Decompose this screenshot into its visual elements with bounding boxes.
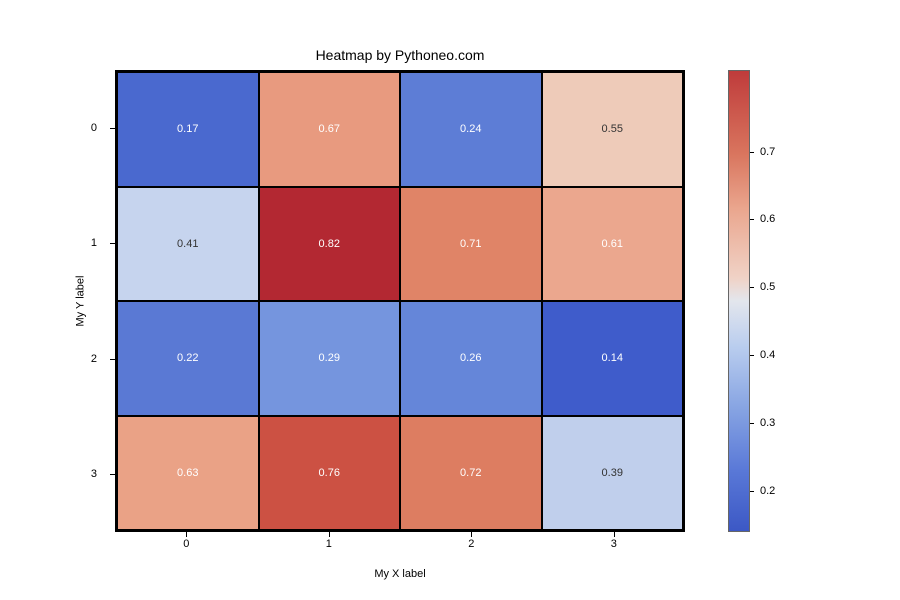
y-tick: 2 bbox=[75, 301, 105, 417]
y-tick: 3 bbox=[75, 417, 105, 533]
heatmap-cell: 0.55 bbox=[542, 72, 684, 187]
colorbar-tick: 0.5 bbox=[760, 281, 775, 293]
chart-title: Heatmap by Pythoneo.com bbox=[115, 47, 685, 63]
heatmap-cell: 0.72 bbox=[400, 416, 542, 531]
y-tick-mark bbox=[110, 243, 115, 244]
heatmap-cell: 0.17 bbox=[117, 72, 259, 187]
colorbar-ticks: 0.2 0.3 0.4 0.5 0.6 0.7 bbox=[752, 70, 792, 532]
x-tick: 0 bbox=[115, 538, 258, 558]
x-axis-ticks: 0 1 2 3 bbox=[115, 538, 685, 558]
y-tick: 1 bbox=[75, 186, 105, 302]
y-tick: 0 bbox=[75, 70, 105, 186]
heatmap-chart: 0.170.670.240.55 0.410.820.710.61 0.220.29… bbox=[115, 70, 685, 532]
colorbar bbox=[728, 70, 750, 532]
colorbar-tick: 0.7 bbox=[760, 146, 775, 158]
y-axis-ticks: 0 1 2 3 bbox=[75, 70, 105, 532]
heatmap-cell: 0.29 bbox=[259, 301, 401, 416]
colorbar-tick-mark bbox=[750, 355, 754, 356]
colorbar-tick: 0.6 bbox=[760, 213, 775, 225]
x-tick-mark bbox=[186, 532, 187, 537]
heatmap-cell: 0.82 bbox=[259, 187, 401, 302]
heatmap-cell: 0.71 bbox=[400, 187, 542, 302]
colorbar-tick-mark bbox=[750, 423, 754, 424]
x-tick-mark bbox=[614, 532, 615, 537]
y-tick-mark bbox=[110, 128, 115, 129]
heatmap-cell: 0.22 bbox=[117, 301, 259, 416]
heatmap-cell: 0.41 bbox=[117, 187, 259, 302]
heatmap-grid: 0.170.670.240.55 0.410.820.710.61 0.220.29… bbox=[115, 70, 685, 532]
x-tick-mark bbox=[471, 532, 472, 537]
heatmap-cell: 0.24 bbox=[400, 72, 542, 187]
colorbar-tick-mark bbox=[750, 219, 754, 220]
x-tick: 3 bbox=[543, 538, 686, 558]
heatmap-cell: 0.14 bbox=[542, 301, 684, 416]
colorbar-tick: 0.4 bbox=[760, 349, 775, 361]
heatmap-cell: 0.76 bbox=[259, 416, 401, 531]
heatmap-cell: 0.26 bbox=[400, 301, 542, 416]
colorbar-tick: 0.2 bbox=[760, 485, 775, 497]
x-tick-mark bbox=[329, 532, 330, 537]
x-tick: 1 bbox=[258, 538, 401, 558]
y-tick-mark bbox=[110, 359, 115, 360]
heatmap-cell: 0.39 bbox=[542, 416, 684, 531]
colorbar-gradient bbox=[728, 70, 750, 532]
x-axis-label: My X label bbox=[115, 568, 685, 580]
heatmap-cell: 0.63 bbox=[117, 416, 259, 531]
x-tick: 2 bbox=[400, 538, 543, 558]
colorbar-tick-mark bbox=[750, 287, 754, 288]
colorbar-tick-mark bbox=[750, 491, 754, 492]
heatmap-cell: 0.61 bbox=[542, 187, 684, 302]
y-tick-mark bbox=[110, 474, 115, 475]
heatmap-cell: 0.67 bbox=[259, 72, 401, 187]
colorbar-tick-mark bbox=[750, 152, 754, 153]
colorbar-tick: 0.3 bbox=[760, 417, 775, 429]
